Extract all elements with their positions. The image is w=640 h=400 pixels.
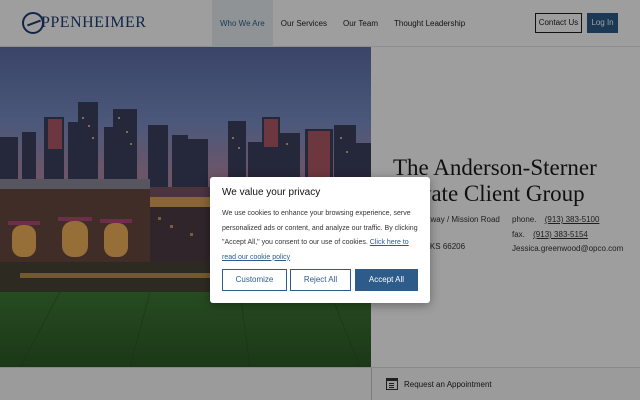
accept-all-button[interactable]: Accept All bbox=[355, 269, 418, 291]
cookie-consent-dialog: We value your privacy We use cookies to … bbox=[210, 177, 430, 303]
cookie-dialog-body: We use cookies to enhance your browsing … bbox=[222, 207, 422, 265]
cookie-dialog-title: We value your privacy bbox=[222, 187, 321, 198]
reject-all-button[interactable]: Reject All bbox=[290, 269, 351, 291]
customize-button[interactable]: Customize bbox=[222, 269, 287, 291]
